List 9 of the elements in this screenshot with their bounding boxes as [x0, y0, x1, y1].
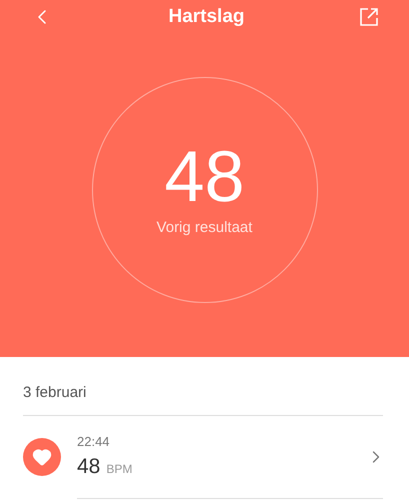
record-value: 48 — [77, 454, 100, 480]
result-value: 48 — [164, 139, 245, 216]
share-icon[interactable] — [359, 7, 379, 27]
date-heading: 3 februari — [23, 384, 86, 401]
record-unit: BPM — [106, 461, 132, 478]
page-title: Hartslag — [168, 4, 245, 29]
record-row[interactable]: 22:44 48 BPM — [23, 416, 386, 498]
result-label: Vorig resultaat — [156, 218, 252, 238]
record-time: 22:44 — [77, 432, 111, 450]
